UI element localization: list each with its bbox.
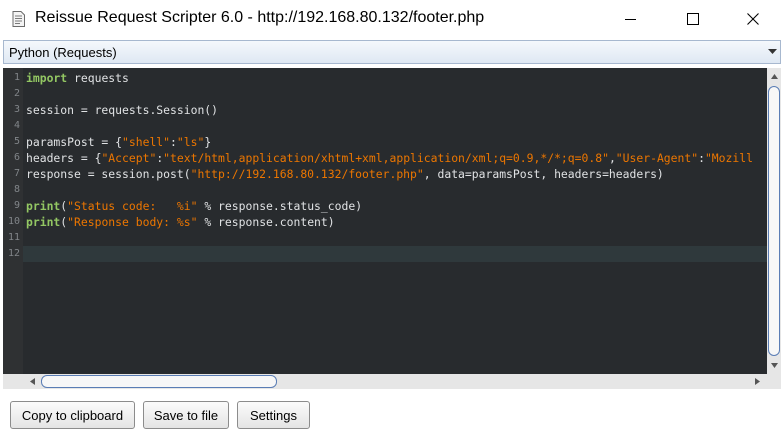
scrollbar-corner (767, 374, 781, 389)
minimize-icon (625, 19, 636, 20)
code-line: print("Status code: %i" % response.statu… (26, 198, 362, 214)
code-text: } (204, 135, 212, 149)
code-line: headers = {"Accept": "text/html,applicati… (26, 150, 753, 166)
window-title: Reissue Request Scripter 6.0 - http://19… (35, 9, 485, 26)
code-text: paramsPost = { (26, 135, 123, 149)
current-line-highlight (23, 246, 767, 262)
line-number: 12 (7, 248, 20, 259)
code-string: "Status code: %i" (67, 199, 198, 213)
language-select[interactable]: Python (Requests) (3, 40, 781, 64)
code-line: print("Response body: %s" % response.con… (26, 214, 335, 230)
code-text: : (170, 135, 177, 149)
document-icon (12, 11, 25, 27)
copy-to-clipboard-button[interactable]: Copy to clipboard (10, 401, 135, 429)
code-text: headers = { (26, 151, 102, 165)
code-string: "shell" (122, 135, 171, 149)
code-text: , data=paramsPost, headers=headers) (423, 167, 664, 181)
code-line: import requests (26, 70, 129, 86)
save-to-file-button[interactable]: Save to file (143, 401, 229, 429)
scroll-up-icon[interactable] (768, 70, 780, 82)
code-text: , (608, 151, 616, 165)
code-line: paramsPost = {"shell":"ls"} (26, 134, 211, 150)
line-number-gutter: 1 2 3 4 5 6 7 8 9 10 11 12 (3, 68, 23, 374)
code-line: response = session.post("http://192.168.… (26, 166, 664, 182)
code-text: % response.status_code) (197, 199, 363, 213)
line-number: 5 (13, 136, 20, 147)
line-number: 10 (7, 216, 20, 227)
line-number: 9 (13, 200, 20, 211)
minimize-button[interactable] (608, 0, 654, 38)
code-text: requests (67, 71, 129, 85)
code-string: "ls" (176, 135, 205, 149)
scroll-left-icon[interactable] (26, 375, 38, 387)
code-text: response = session.post( (26, 167, 191, 181)
line-number: 8 (13, 184, 20, 195)
code-keyword: print (26, 215, 61, 229)
code-string: "http://192.168.80.132/footer.php" (190, 167, 424, 181)
code-editor[interactable]: 1 2 3 4 5 6 7 8 9 10 11 12 import requests session =… (3, 68, 781, 389)
line-number: 7 (13, 168, 20, 179)
code-keyword: print (26, 199, 61, 213)
maximize-button[interactable] (670, 0, 716, 38)
code-text: % response.content) (197, 215, 335, 229)
language-select-value: Python (Requests) (9, 45, 117, 60)
code-string: "Accept" (101, 151, 157, 165)
settings-button[interactable]: Settings (237, 401, 310, 429)
scroll-down-icon[interactable] (768, 359, 780, 371)
line-number: 3 (13, 104, 20, 115)
close-icon (747, 13, 759, 25)
maximize-icon (687, 13, 699, 25)
line-number: 11 (7, 232, 20, 243)
code-string: "Mozill (704, 151, 753, 165)
line-number: 1 (13, 72, 20, 83)
line-number: 2 (13, 88, 20, 99)
code-string: "User-Agent" (615, 151, 699, 165)
scroll-right-icon[interactable] (751, 375, 763, 387)
vertical-scroll-thumb[interactable] (768, 86, 780, 356)
chevron-down-icon[interactable] (765, 41, 780, 63)
code-text: : (698, 151, 705, 165)
horizontal-scroll-thumb[interactable] (41, 375, 277, 388)
horizontal-scrollbar[interactable] (23, 374, 767, 389)
code-string: "Response body: %s" (67, 215, 198, 229)
line-number: 6 (13, 152, 20, 163)
line-number: 4 (13, 120, 20, 131)
code-string: "text/html,application/xhtml+xml,applica… (163, 151, 609, 165)
code-area[interactable]: import requests session = requests.Sessio… (23, 68, 767, 374)
code-line: session = requests.Session() (26, 102, 218, 118)
code-text: session = requests.Session() (26, 103, 219, 117)
title-bar: Reissue Request Scripter 6.0 - http://19… (0, 0, 784, 38)
close-button[interactable] (730, 0, 776, 38)
gutter-bottom (3, 374, 23, 389)
code-keyword: import (26, 71, 68, 85)
vertical-scrollbar[interactable] (767, 68, 781, 374)
